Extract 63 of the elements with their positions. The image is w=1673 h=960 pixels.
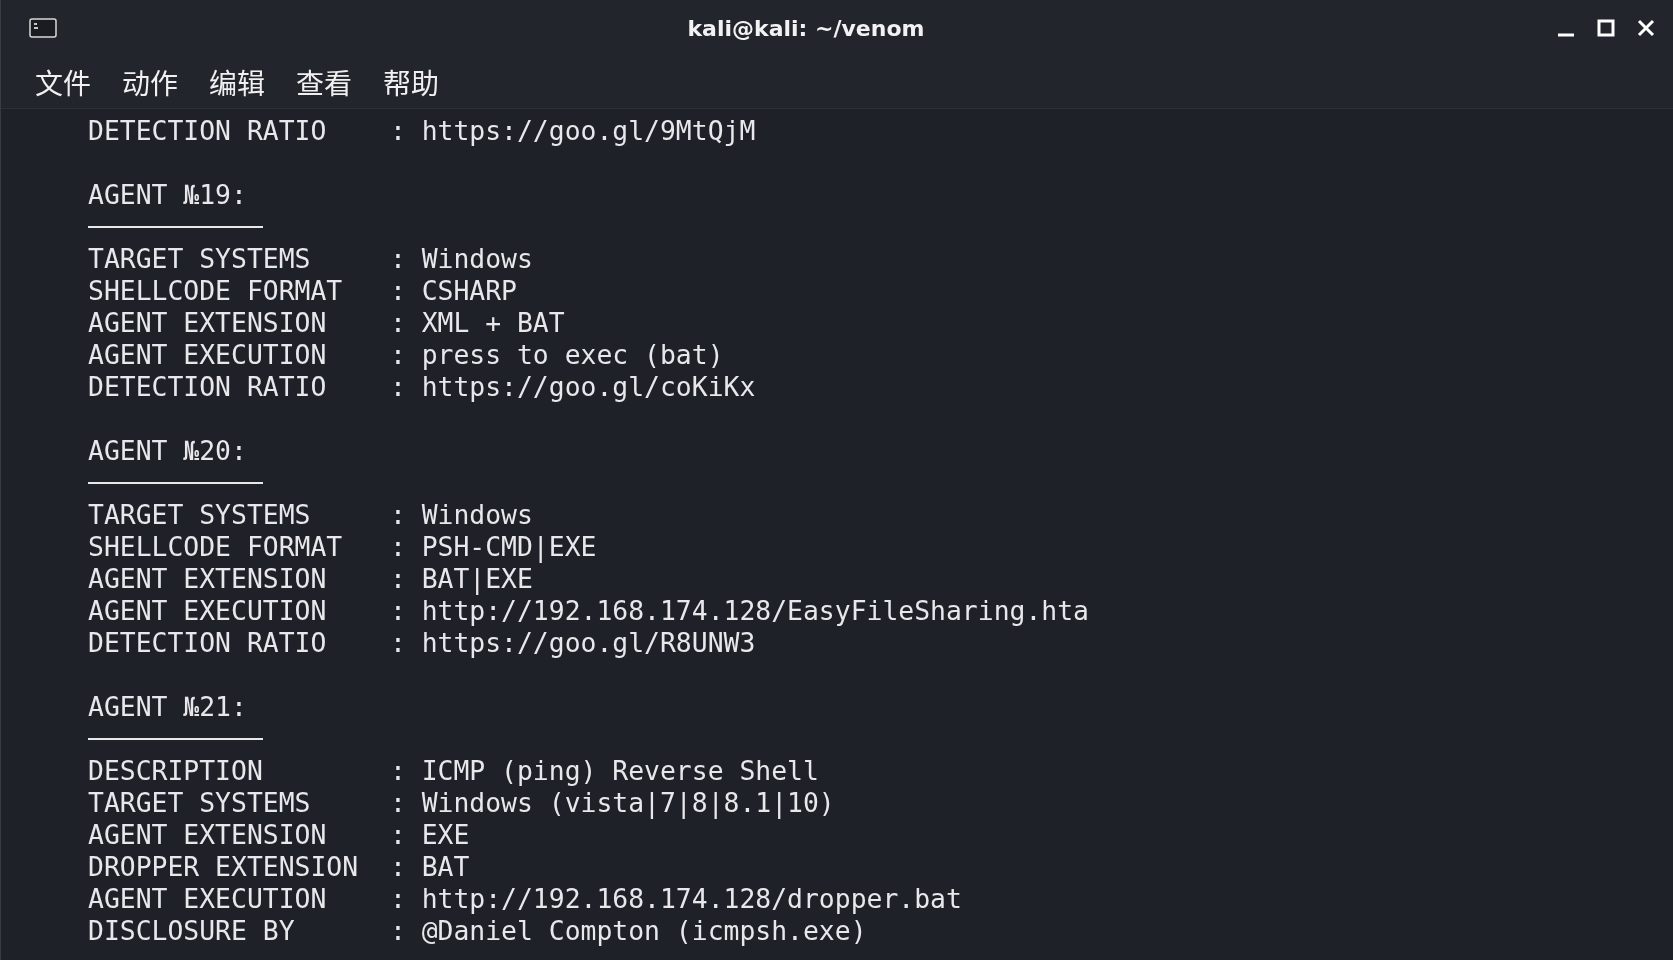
field-label: DROPPER EXTENSION — [88, 851, 360, 883]
field-label: DISCLOSURE BY — [88, 915, 296, 947]
colon: : — [389, 915, 406, 947]
field-value: http://192.168.174.128/dropper.bat — [421, 883, 962, 915]
menu-item[interactable]: 文件 — [35, 62, 91, 102]
field-value: BAT — [421, 851, 470, 883]
menu-item[interactable]: 编辑 — [209, 62, 266, 102]
field-value: http://192.168.174.128/EasyFileSharing.hta — [421, 595, 1089, 627]
field-label: AGENT EXTENSION — [88, 563, 328, 595]
colon: : — [389, 499, 406, 531]
field-label: AGENT EXECUTION — [88, 339, 328, 371]
colon: : — [389, 371, 406, 403]
field-label: AGENT EXECUTION — [88, 883, 328, 915]
colon: : — [389, 307, 406, 339]
field-value: https://goo.gl/R8UNW3 — [421, 627, 756, 659]
colon: : — [389, 339, 406, 371]
field-value: @Daniel Compton (icmpsh.exe) — [421, 915, 867, 947]
field-value: https://goo.gl/9MtQjM — [421, 115, 756, 147]
colon: : — [389, 883, 406, 915]
field-value: BAT|EXE — [421, 563, 533, 595]
field-value: EXE — [421, 819, 470, 851]
field-label: SHELLCODE FORMAT — [88, 275, 344, 307]
field-label: DETECTION RATIO — [88, 371, 328, 403]
menu-item[interactable]: 动作 — [122, 62, 179, 102]
field-label: TARGET SYSTEMS — [88, 787, 312, 819]
agent-heading: AGENT №20: — [88, 435, 247, 467]
colon: : — [389, 243, 406, 275]
field-label: SHELLCODE FORMAT — [88, 531, 344, 563]
field-label: DESCRIPTION — [88, 755, 264, 787]
colon: : — [389, 275, 406, 307]
colon: : — [389, 755, 406, 787]
colon: : — [389, 531, 406, 563]
field-value: Windows — [421, 243, 533, 275]
maximize-icon[interactable] — [1595, 17, 1617, 39]
colon: : — [389, 563, 406, 595]
colon: : — [389, 787, 406, 819]
colon: : — [389, 595, 406, 627]
field-value: Windows — [421, 499, 533, 531]
field-label: TARGET SYSTEMS — [88, 499, 312, 531]
menu-item[interactable]: 查看 — [296, 62, 353, 102]
field-value: ICMP (ping) Reverse Shell — [421, 755, 819, 787]
agent-heading: AGENT №21: — [88, 691, 247, 723]
colon: : — [389, 851, 406, 883]
field-label: AGENT EXECUTION — [88, 595, 328, 627]
field-value: CSHARP — [421, 275, 517, 307]
colon: : — [389, 819, 406, 851]
agent-heading: AGENT №19: — [88, 179, 247, 211]
field-label: TARGET SYSTEMS — [88, 243, 312, 275]
field-value: press to exec (bat) — [421, 339, 724, 371]
field-label: DETECTION RATIO — [88, 627, 328, 659]
window-title: kali@kali: ~/venom — [686, 15, 926, 41]
colon: : — [389, 115, 406, 147]
field-label: AGENT EXTENSION — [88, 819, 328, 851]
field-value: https://goo.gl/coKiKx — [421, 371, 756, 403]
terminal-icon — [29, 18, 57, 38]
colon: : — [389, 627, 406, 659]
field-label: DETECTION RATIO — [88, 115, 328, 147]
menu-item[interactable]: 帮助 — [383, 62, 440, 102]
field-label: AGENT EXTENSION — [88, 307, 328, 339]
field-value: PSH-CMD|EXE — [421, 531, 597, 563]
field-value: XML + BAT — [421, 307, 565, 339]
close-icon[interactable] — [1635, 17, 1657, 39]
field-value: Windows (vista|7|8|8.1|10) — [421, 787, 835, 819]
